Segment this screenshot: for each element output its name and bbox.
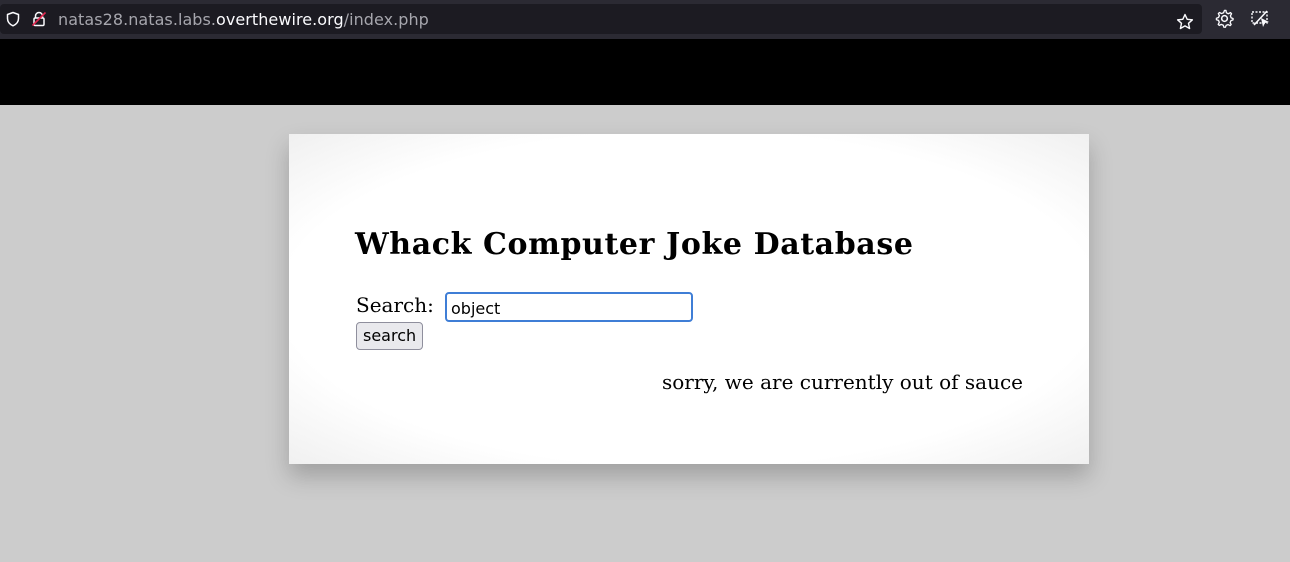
url-prefix: natas28.natas.labs.: [58, 10, 217, 29]
star-icon[interactable]: [1176, 13, 1194, 31]
lock-warning-icon[interactable]: [31, 11, 47, 27]
gear-icon[interactable]: [1215, 9, 1234, 28]
search-button[interactable]: search: [356, 322, 424, 350]
address-bar[interactable]: natas28.natas.labs.overthewire.org/index…: [0, 4, 1202, 34]
shield-icon[interactable]: [5, 11, 21, 27]
content-card: Whack Computer Joke Database Search: sea…: [289, 134, 1089, 464]
extension-icon[interactable]: [1250, 9, 1271, 28]
url-text[interactable]: natas28.natas.labs.overthewire.org/index…: [58, 10, 429, 29]
search-input[interactable]: [445, 292, 693, 322]
page-header-banner: [0, 39, 1290, 105]
browser-toolbar: natas28.natas.labs.overthewire.org/index…: [0, 0, 1290, 39]
page-title: Whack Computer Joke Database: [355, 227, 914, 262]
search-label: Search:: [356, 293, 434, 317]
url-path: /index.php: [343, 10, 429, 29]
result-message: sorry, we are currently out of sauce: [661, 370, 1023, 394]
url-domain: overthewire.org: [216, 10, 344, 29]
